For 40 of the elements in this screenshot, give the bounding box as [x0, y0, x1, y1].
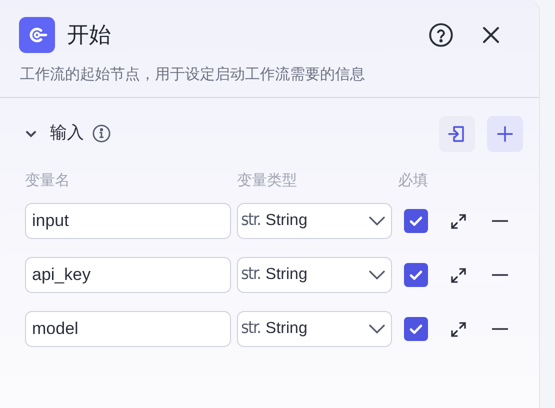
minus-icon: [492, 274, 508, 276]
type-label: String: [266, 211, 308, 231]
required-checkbox[interactable]: [404, 209, 428, 233]
variable-type-select[interactable]: str. String: [237, 257, 392, 293]
info-icon: [92, 124, 111, 143]
required-checkbox[interactable]: [404, 317, 428, 341]
expand-icon: [450, 266, 466, 284]
chevron-down-icon: [369, 324, 385, 334]
minus-icon: [492, 220, 508, 222]
column-header: 变量类型: [237, 170, 298, 190]
chevron-down-icon: [369, 216, 385, 226]
variable-type-select[interactable]: str. String: [237, 311, 392, 347]
type-prefix: str.: [241, 209, 261, 232]
help-button[interactable]: [427, 21, 455, 49]
panel-title: 开始: [67, 22, 111, 50]
type-prefix: str.: [241, 263, 261, 286]
expand-button[interactable]: [449, 266, 467, 284]
type-label: String: [266, 265, 308, 285]
required-checkbox[interactable]: [404, 263, 428, 287]
expand-button[interactable]: [449, 320, 467, 338]
section-title: 输入: [50, 122, 84, 145]
variable-name-field[interactable]: model: [25, 311, 231, 347]
expand-icon: [450, 320, 466, 338]
expand-icon: [450, 212, 466, 230]
variable-type-select[interactable]: str. String: [237, 203, 392, 239]
panel-description: 工作流的起始节点，用于设定启动工作流需要的信息: [19, 64, 366, 85]
start-node-icon: [19, 17, 55, 53]
variable-name-field[interactable]: input: [25, 203, 231, 239]
expand-button[interactable]: [449, 212, 467, 230]
type-prefix: str.: [241, 317, 261, 340]
import-icon: [447, 124, 467, 144]
chevron-down-icon: [369, 270, 385, 280]
column-header: 必填: [398, 170, 428, 190]
variable-name-field[interactable]: api_key: [25, 257, 231, 293]
minus-icon: [492, 328, 508, 330]
add-button[interactable]: [487, 116, 523, 152]
plus-icon: [496, 124, 514, 142]
import-button[interactable]: [439, 116, 475, 152]
column-header: 变量名: [25, 170, 71, 190]
type-label: String: [266, 319, 308, 339]
